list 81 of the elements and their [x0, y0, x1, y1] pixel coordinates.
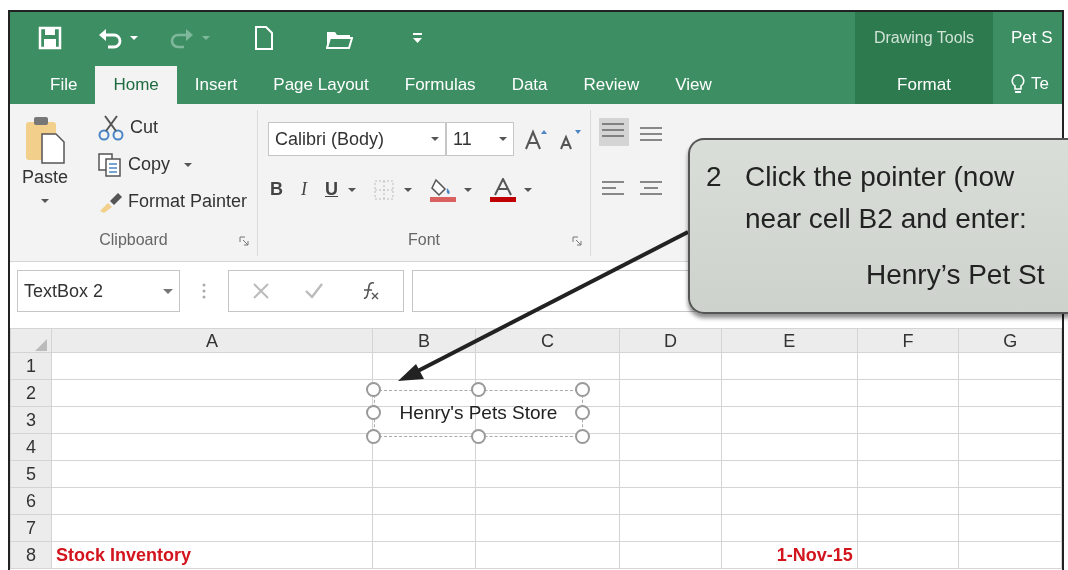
- customize-icon[interactable]: [413, 33, 422, 43]
- align-top-icon[interactable]: [599, 118, 629, 146]
- scissors-icon: [98, 114, 124, 141]
- resize-handle[interactable]: [575, 382, 590, 397]
- ribbon-tab[interactable]: Page Layout: [255, 66, 387, 104]
- resize-handle[interactable]: [575, 405, 590, 421]
- dialog-launcher-icon[interactable]: [239, 236, 249, 246]
- copy-button[interactable]: Copy: [94, 149, 252, 180]
- font-color-icon[interactable]: [490, 177, 516, 202]
- ribbon-tab[interactable]: Review: [565, 66, 658, 104]
- grow-font-icon[interactable]: [524, 128, 548, 150]
- resize-handle[interactable]: [470, 382, 486, 397]
- format-painter-button[interactable]: Format Painter: [94, 186, 252, 217]
- group-label: Font: [407, 230, 441, 250]
- paste-button[interactable]: Paste: [20, 114, 71, 205]
- font-name-field[interactable]: Calibri (Body): [268, 122, 446, 156]
- group-label: Clipboard: [98, 230, 169, 250]
- ribbon-tab[interactable]: Insert: [176, 66, 256, 104]
- window-title: Pet S: [1011, 27, 1053, 50]
- ribbon-tab[interactable]: Formulas: [386, 66, 494, 104]
- caret-icon: [499, 137, 507, 141]
- font-size-field[interactable]: 11: [446, 122, 514, 156]
- callout-text: Click the pointer (now: [745, 160, 1015, 194]
- column-header[interactable]: D: [619, 328, 722, 353]
- row-header[interactable]: 6: [10, 487, 52, 515]
- column-header[interactable]: C: [475, 328, 620, 353]
- ribbon-tab[interactable]: Format: [879, 66, 969, 104]
- row-header[interactable]: 7: [10, 514, 52, 542]
- caret-icon[interactable]: [130, 36, 138, 40]
- grip-icon: [202, 283, 206, 299]
- text-box-text: Henry's Pets Store: [399, 401, 558, 426]
- ribbon-tab[interactable]: File: [32, 66, 96, 104]
- caret-icon[interactable]: [404, 187, 412, 192]
- row-header[interactable]: 5: [10, 460, 52, 488]
- new-document-icon[interactable]: [254, 26, 274, 50]
- column-header[interactable]: A: [51, 328, 373, 353]
- copy-icon: [98, 152, 122, 177]
- caret-icon[interactable]: [524, 187, 532, 192]
- shrink-font-icon[interactable]: [558, 128, 582, 150]
- undo-icon[interactable]: [98, 26, 122, 50]
- lightbulb-icon[interactable]: [1011, 74, 1025, 94]
- row-header[interactable]: 8: [10, 541, 52, 569]
- ribbon-tab[interactable]: View: [657, 66, 730, 104]
- step-number: 2: [706, 160, 722, 194]
- column-header[interactable]: E: [721, 328, 858, 353]
- row-header[interactable]: 3: [10, 406, 52, 434]
- callout-entry: Henry’s Pet St: [866, 258, 1045, 292]
- column-header[interactable]: G: [958, 328, 1062, 353]
- column-header[interactable]: B: [372, 328, 476, 353]
- underline-button[interactable]: U: [325, 176, 338, 203]
- resize-handle[interactable]: [366, 405, 381, 421]
- brush-icon: [98, 190, 122, 213]
- ribbon-tab[interactable]: Home: [95, 66, 177, 104]
- fill-color-icon[interactable]: [430, 177, 456, 202]
- table-cell: Stock Inventory: [51, 541, 373, 569]
- resize-handle[interactable]: [470, 429, 486, 444]
- caret-icon: [163, 288, 173, 294]
- save-icon[interactable]: [38, 26, 62, 50]
- row-header[interactable]: 4: [10, 433, 52, 461]
- bold-button[interactable]: B: [270, 176, 283, 203]
- clipboard-icon: [24, 116, 66, 164]
- contextual-group-label: Drawing Tools: [873, 28, 975, 48]
- row-header[interactable]: 1: [10, 352, 52, 380]
- resize-handle[interactable]: [575, 429, 590, 444]
- italic-button[interactable]: I: [301, 176, 307, 203]
- resize-handle[interactable]: [366, 382, 381, 397]
- resize-handle[interactable]: [366, 429, 381, 444]
- ribbon-tab[interactable]: Data: [493, 66, 566, 104]
- tell-me-field[interactable]: Te: [1031, 71, 1049, 97]
- caret-icon: [41, 199, 49, 203]
- callout-text: near cell B2 and enter:: [745, 202, 1027, 236]
- caret-icon: [184, 162, 193, 167]
- caret-icon[interactable]: [348, 187, 356, 192]
- caret-icon[interactable]: [464, 187, 472, 192]
- cut-button[interactable]: Cut: [94, 112, 252, 143]
- column-header[interactable]: F: [857, 328, 959, 353]
- name-box[interactable]: TextBox 2: [17, 270, 180, 312]
- row-header[interactable]: 2: [10, 379, 52, 407]
- table-cell: 1-Nov-15: [721, 541, 858, 569]
- dialog-launcher-icon[interactable]: [572, 236, 582, 246]
- caret-icon: [431, 137, 439, 141]
